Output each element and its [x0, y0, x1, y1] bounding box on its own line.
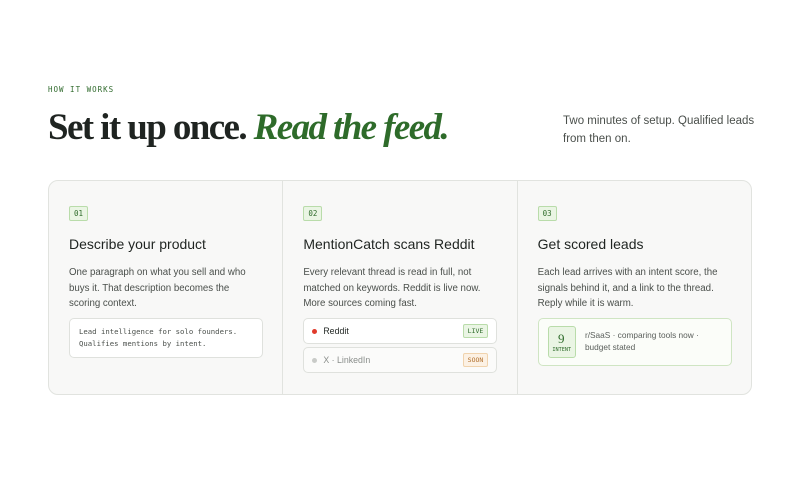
eyebrow-label: HOW IT WORKS [48, 85, 115, 94]
example-line: Qualifies mentions by intent. [79, 339, 207, 348]
status-badge-live: LIVE [462, 324, 489, 338]
source-row-x-linkedin: X · LinkedIn SOON [303, 347, 498, 373]
lead-preview-card: 9 INTENT r/SaaS · comparing tools now · … [537, 318, 732, 366]
step-number: 03 [537, 206, 557, 221]
step-title: Describe your product [69, 236, 206, 252]
step-card-scan: 02 MentionCatch scans Reddit Every relev… [282, 181, 516, 394]
step-card-describe: 01 Describe your product One paragraph o… [49, 181, 282, 394]
lead-summary: r/SaaS · comparing tools now · budget st… [584, 330, 699, 352]
steps-panel: 01 Describe your product One paragraph o… [48, 180, 752, 395]
step-description: One paragraph on what you sell and who b… [69, 267, 246, 309]
status-badge-soon: SOON [462, 353, 489, 367]
title-plain: Set it up once. [48, 107, 248, 148]
step-card-leads: 03 Get scored leads Each lead arrives wi… [516, 181, 751, 394]
intent-score-value: 9 [558, 330, 566, 346]
step-title: MentionCatch scans Reddit [303, 236, 475, 252]
source-label: Reddit [323, 326, 349, 336]
page-title: Set it up once. Read the feed. [48, 104, 450, 152]
title-accent: Read the feed. [253, 107, 450, 148]
live-dot-icon [312, 328, 318, 334]
source-row-reddit: Reddit LIVE [303, 318, 498, 344]
step-title: Get scored leads [537, 236, 644, 252]
hero-subtext: Two minutes of setup. Qualified leads fr… [563, 115, 755, 145]
intent-score-label: INTENT [552, 346, 572, 353]
step-number: 01 [69, 206, 89, 221]
step-description: Each lead arrives with an intent score, … [537, 267, 718, 309]
inactive-dot-icon [312, 357, 318, 363]
example-line: Lead intelligence for solo founders. [79, 327, 238, 336]
source-label: X · LinkedIn [323, 355, 371, 365]
step-description: Every relevant thread is read in full, n… [303, 267, 481, 309]
step-number: 02 [303, 206, 323, 221]
product-description-example: Lead intelligence for solo founders. Qua… [69, 318, 263, 358]
intent-score-badge: 9 INTENT [547, 326, 576, 358]
